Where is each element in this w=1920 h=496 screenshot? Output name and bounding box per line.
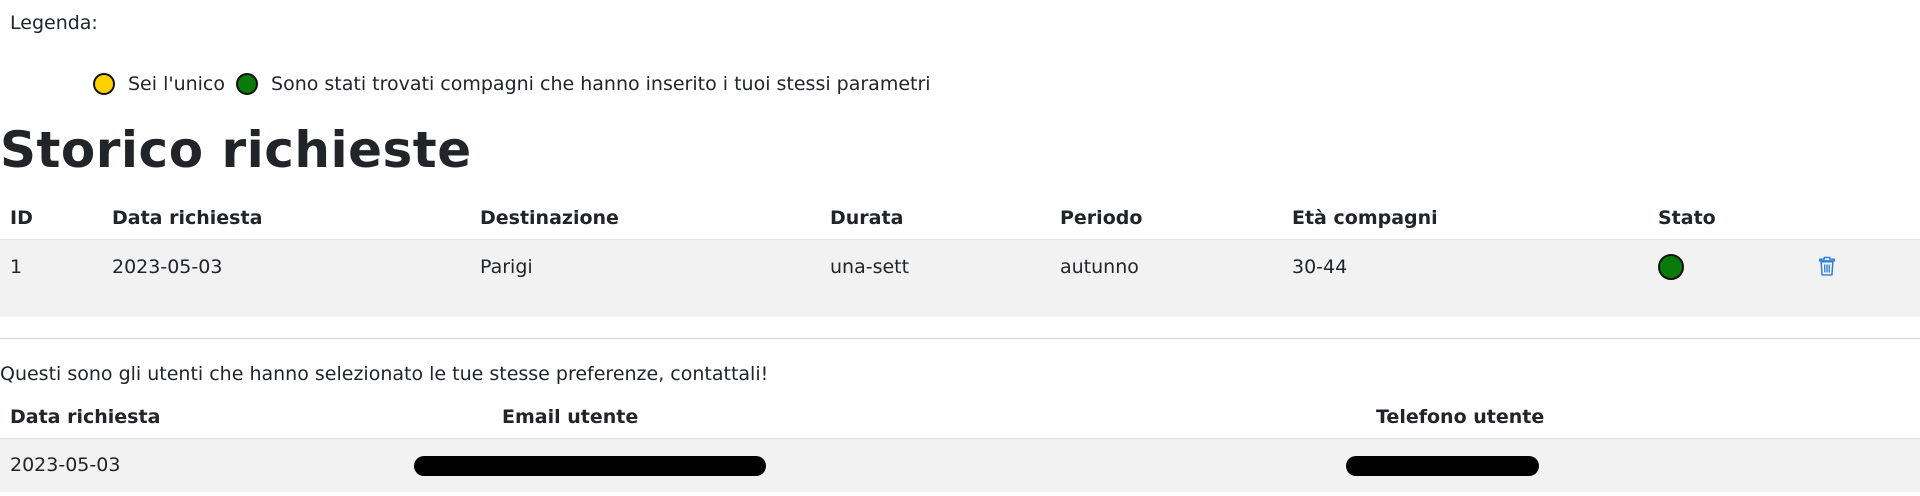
yellow-status-dot-icon xyxy=(93,73,115,95)
cell-email xyxy=(414,438,1366,492)
section-divider xyxy=(0,338,1920,339)
page-title: Storico richieste xyxy=(0,121,472,179)
column-header-email: Email utente xyxy=(492,396,1366,439)
matches-table: Data richiesta Email utente Telefono ute… xyxy=(0,396,1920,492)
column-header-phone: Telefono utente xyxy=(1366,396,1920,439)
trash-icon[interactable] xyxy=(1818,256,1836,276)
matches-note: Questi sono gli utenti che hanno selezio… xyxy=(0,363,769,385)
cell-date: 2023-05-03 xyxy=(112,255,223,278)
redacted-phone xyxy=(1346,455,1539,476)
cell-actions xyxy=(1808,239,1920,317)
table-row: 2023-05-03 xyxy=(0,438,1920,492)
cell-period: autunno xyxy=(1060,255,1139,278)
column-header-duration: Durata xyxy=(820,197,1050,240)
column-header-status: Stato xyxy=(1648,197,1808,240)
legend-title: Legenda: xyxy=(10,12,98,34)
legend: Sei l'unico Sono stati trovati compagni … xyxy=(93,70,931,98)
cell-destination: Parigi xyxy=(480,255,533,278)
column-header-period: Periodo xyxy=(1050,197,1282,240)
redacted-email xyxy=(414,455,766,476)
table-row: 1 2023-05-03 Parigi una-sett autunno 30-… xyxy=(0,239,1920,317)
cell-duration: una-sett xyxy=(830,255,910,278)
cell-age: 30-44 xyxy=(1292,255,1348,278)
requests-header-row: ID Data richiesta Destinazione Durata Pe… xyxy=(0,197,1920,240)
column-header-date: Data richiesta xyxy=(102,197,470,240)
cell-status xyxy=(1648,239,1808,317)
column-header-destination: Destinazione xyxy=(470,197,820,240)
column-header-actions xyxy=(1808,197,1920,240)
cell-id: 1 xyxy=(10,255,23,278)
cell-phone xyxy=(1346,438,1920,492)
column-header-id: ID xyxy=(0,197,102,240)
green-status-dot-icon xyxy=(236,73,259,95)
legend-label-matches: Sono stati trovati compagni che hanno in… xyxy=(271,73,931,95)
legend-label-unique: Sei l'unico xyxy=(128,73,226,95)
column-header-age: Età compagni xyxy=(1282,197,1648,240)
column-header-date: Data richiesta xyxy=(0,396,492,439)
green-status-dot-icon xyxy=(1658,253,1684,280)
matches-header-row: Data richiesta Email utente Telefono ute… xyxy=(0,396,1920,439)
requests-table: ID Data richiesta Destinazione Durata Pe… xyxy=(0,197,1920,317)
